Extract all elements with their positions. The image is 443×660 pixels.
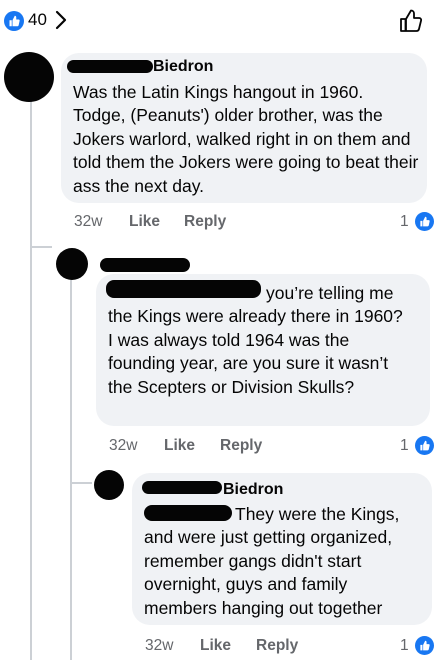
timestamp[interactable]: 32w — [145, 637, 173, 655]
comment-text: Was the Latin Kings hangout in 1960. Tod… — [73, 82, 419, 196]
like-button[interactable]: Like — [129, 213, 160, 231]
reaction-count[interactable]: 1 — [400, 437, 409, 455]
thread-line-nested — [70, 278, 72, 660]
like-button[interactable]: Like — [200, 637, 231, 655]
thread-connector — [70, 482, 92, 484]
thumbs-up-icon[interactable] — [398, 8, 424, 39]
like-reaction-icon — [4, 11, 24, 31]
like-reaction-icon — [415, 436, 434, 455]
reply-button[interactable]: Reply — [256, 637, 298, 655]
like-reaction-icon — [415, 636, 434, 655]
reply-button[interactable]: Reply — [220, 437, 262, 455]
comment-bubble: Biedron They were the Kings, and were ju… — [132, 473, 432, 625]
comment-author[interactable]: Biedron — [153, 58, 213, 76]
comment-bubble: Biedron Was the Latin Kings hangout in 1… — [61, 53, 427, 203]
thread-connector — [30, 246, 52, 248]
timestamp[interactable]: 32w — [74, 213, 102, 231]
comment-author[interactable]: Biedron — [223, 481, 283, 499]
thread-line — [30, 96, 32, 660]
avatar[interactable] — [56, 248, 88, 280]
comment-text: They were the Kings, and were just getti… — [144, 504, 400, 618]
reaction-count[interactable]: 1 — [400, 213, 409, 231]
reply-button[interactable]: Reply — [184, 213, 226, 231]
timestamp[interactable]: 32w — [109, 437, 137, 455]
redacted-name — [67, 60, 153, 73]
avatar[interactable] — [94, 470, 124, 500]
redacted-name — [100, 258, 190, 272]
chevron-right-icon[interactable] — [54, 9, 68, 36]
reaction-count[interactable]: 1 — [400, 637, 409, 655]
reaction-count[interactable]: 40 — [28, 10, 47, 30]
comment-text: you’re telling me the Kings were already… — [108, 283, 403, 397]
avatar[interactable] — [4, 52, 54, 102]
redacted-name — [142, 481, 222, 494]
like-button[interactable]: Like — [164, 437, 195, 455]
comment-bubble: you’re telling me the Kings were already… — [96, 274, 430, 426]
like-reaction-icon — [415, 212, 434, 231]
reactions-header: 40 — [0, 0, 443, 44]
